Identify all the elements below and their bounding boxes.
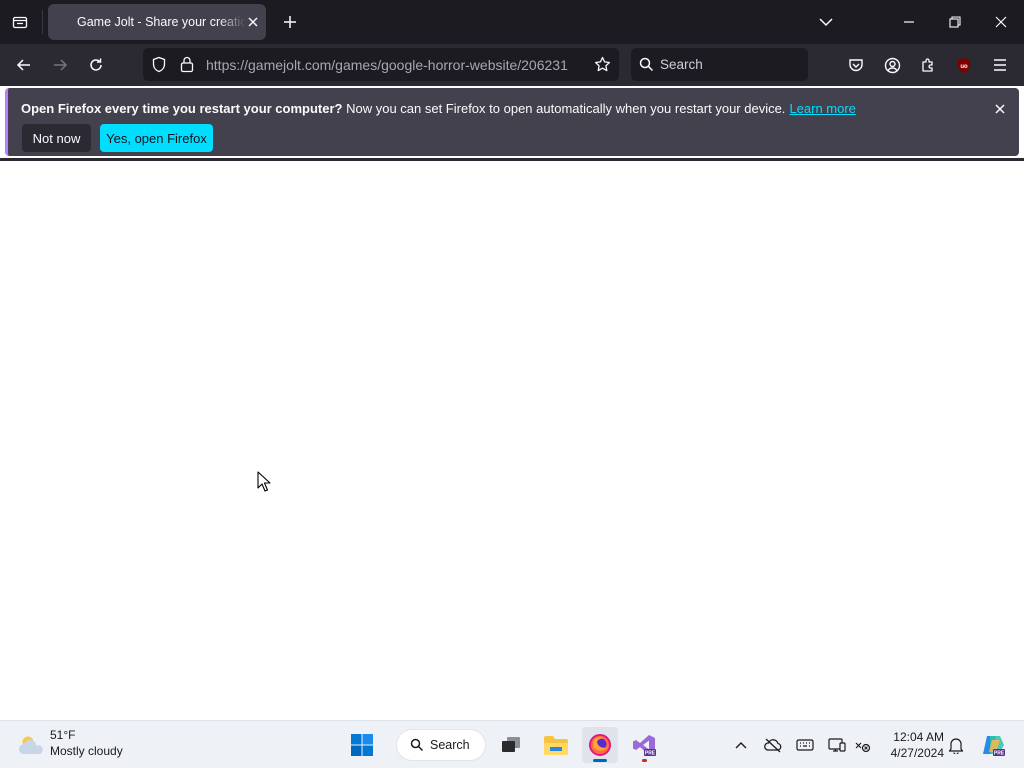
network-tray-icon[interactable] <box>852 735 872 755</box>
onedrive-tray-icon[interactable] <box>763 735 783 755</box>
firefox-icon <box>589 734 611 756</box>
notification-close-button[interactable] <box>990 99 1010 119</box>
account-button[interactable] <box>878 51 906 79</box>
chevron-up-icon <box>735 742 747 749</box>
url-bar[interactable]: https://gamejolt.com/games/google-horror… <box>143 48 619 81</box>
svg-text:PRE: PRE <box>994 751 1005 757</box>
tab-gamejolt[interactable]: Game Jolt - Share your creations <box>48 4 266 40</box>
navigation-toolbar: https://gamejolt.com/games/google-horror… <box>0 44 1024 86</box>
forward-button[interactable] <box>46 51 74 79</box>
firefox-view-button[interactable] <box>6 8 34 36</box>
file-explorer-button[interactable] <box>538 727 574 763</box>
search-icon <box>639 57 654 72</box>
bell-icon <box>948 737 964 754</box>
mouse-cursor-icon <box>257 471 271 492</box>
shield-icon[interactable] <box>151 56 167 73</box>
yes-open-firefox-button[interactable]: Yes, open Firefox <box>100 124 213 152</box>
taskbar: 51°F Mostly cloudy Search PRE 12:04 AM 4… <box>0 720 1024 768</box>
not-now-button[interactable]: Not now <box>22 124 91 152</box>
cloud-sun-icon <box>18 736 43 754</box>
plus-icon <box>284 16 296 28</box>
search-placeholder: Search <box>660 57 703 72</box>
notification-bold-text: Open Firefox every time you restart your… <box>21 101 343 116</box>
weather-widget[interactable]: 51°F Mostly cloudy <box>14 727 144 763</box>
cloud-offline-icon <box>764 738 782 753</box>
list-all-tabs-button[interactable] <box>812 8 840 36</box>
keyboard-tray-icon[interactable] <box>795 735 815 755</box>
page-content[interactable] <box>0 161 1024 720</box>
learn-more-link[interactable]: Learn more <box>789 101 855 116</box>
active-indicator <box>593 759 607 762</box>
firefox-taskbar-button[interactable] <box>582 727 618 763</box>
network-disconnected-icon <box>855 742 871 753</box>
pocket-button[interactable] <box>842 51 870 79</box>
close-window-button[interactable] <box>987 8 1015 36</box>
default-browser-notification: Open Firefox every time you restart your… <box>5 88 1019 156</box>
firefox-view-icon <box>12 16 28 29</box>
keyboard-icon <box>796 739 814 751</box>
windows-logo-icon <box>351 734 373 756</box>
weather-temperature: 51°F <box>50 728 76 742</box>
weather-description: Mostly cloudy <box>50 744 123 758</box>
svg-text:PRE: PRE <box>645 751 656 757</box>
folder-icon <box>544 736 568 755</box>
monitor-icon <box>828 738 846 752</box>
copilot-icon: PRE <box>983 736 1005 757</box>
ublock-shield-icon: uo <box>958 57 970 73</box>
pocket-icon <box>849 59 863 72</box>
visual-studio-button[interactable]: PRE <box>626 727 662 763</box>
url-path: /games/google-horror-website/206231 <box>331 57 568 73</box>
close-icon <box>248 17 258 27</box>
ublock-origin-button[interactable]: uo <box>950 51 978 79</box>
notifications-button[interactable] <box>946 735 966 755</box>
tab-strip: Game Jolt - Share your creations <box>0 0 1024 44</box>
minimize-button[interactable] <box>895 8 923 36</box>
tab-close-button[interactable] <box>244 13 262 31</box>
reload-icon <box>90 58 102 71</box>
taskbar-search[interactable]: Search <box>396 729 486 761</box>
url-host: https://gamejolt.com <box>206 57 332 73</box>
visual-studio-icon: PRE <box>633 735 656 757</box>
new-tab-button[interactable] <box>278 10 302 34</box>
task-view-icon <box>502 737 520 752</box>
search-bar[interactable]: Search <box>631 48 808 81</box>
puzzle-icon <box>922 58 933 72</box>
bookmark-star-icon[interactable] <box>594 56 611 73</box>
tabstrip-separator <box>42 10 43 34</box>
notification-message: Open Firefox every time you restart your… <box>21 101 856 116</box>
search-icon <box>410 738 424 752</box>
close-icon <box>995 104 1005 114</box>
minimize-icon <box>904 21 914 23</box>
lock-icon[interactable] <box>180 56 194 73</box>
svg-text:uo: uo <box>960 64 968 70</box>
restore-button[interactable] <box>941 8 969 36</box>
clock[interactable]: 12:04 AM 4/27/2024 <box>876 729 944 761</box>
back-button[interactable] <box>10 51 38 79</box>
restore-icon <box>949 16 961 28</box>
app-menu-button[interactable] <box>986 51 1014 79</box>
task-view-button[interactable] <box>493 727 529 763</box>
url-text[interactable]: https://gamejolt.com/games/google-horror… <box>206 57 586 73</box>
show-hidden-icons-button[interactable] <box>731 735 751 755</box>
reload-button[interactable] <box>82 51 110 79</box>
screen: Game Jolt - Share your creations https:/… <box>0 0 1024 768</box>
chevron-down-icon <box>819 18 833 27</box>
account-icon <box>884 57 900 73</box>
clock-time: 12:04 AM <box>893 730 944 744</box>
notification-text: Now you can set Firefox to open automati… <box>342 101 786 116</box>
close-icon <box>995 16 1007 28</box>
start-button[interactable] <box>344 727 380 763</box>
copilot-button[interactable]: PRE <box>980 732 1006 758</box>
taskbar-search-label: Search <box>430 738 470 752</box>
display-tray-icon[interactable] <box>827 735 847 755</box>
extensions-button[interactable] <box>914 51 942 79</box>
clock-date: 4/27/2024 <box>890 746 944 760</box>
hamburger-menu-icon <box>994 59 1006 71</box>
running-indicator <box>642 759 647 762</box>
arrow-left-icon <box>16 59 30 71</box>
arrow-right-icon <box>54 59 68 71</box>
